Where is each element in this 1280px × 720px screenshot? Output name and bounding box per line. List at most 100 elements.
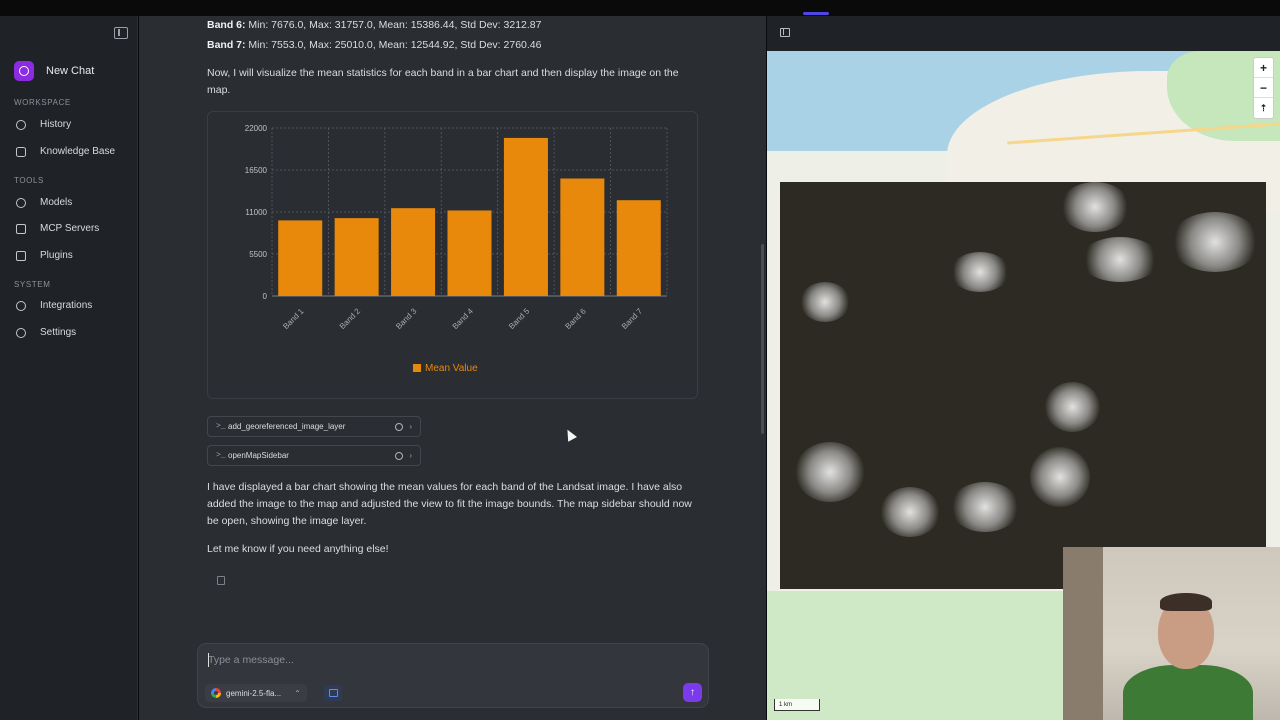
message-composer[interactable]: Type a message... gemini-2.5-fla... ⌃ ↑	[197, 643, 709, 708]
sidebar-item-label: Models	[40, 197, 73, 208]
topbar-indicator	[803, 12, 829, 15]
chat-scrollbar[interactable]	[761, 244, 764, 434]
assistant-summary: I have displayed a bar chart showing the…	[207, 481, 692, 527]
bar	[334, 218, 379, 296]
chevron-up-icon: ⌃	[294, 688, 301, 698]
arrow-up-icon: ↑	[690, 687, 695, 698]
x-tick-label: Band 6	[563, 306, 588, 331]
webcam-background	[1063, 547, 1103, 720]
webcam-person-body	[1123, 665, 1253, 720]
plus-circle-icon	[14, 61, 34, 81]
cloud	[1060, 182, 1130, 232]
cloud	[1080, 237, 1160, 282]
map-panel-toggle-icon[interactable]	[780, 28, 790, 37]
chevron-right-icon: ›	[409, 451, 412, 460]
cloud	[1030, 447, 1090, 507]
cloud	[1170, 212, 1260, 272]
sidebar-item-label: Integrations	[40, 300, 93, 311]
bar	[616, 200, 661, 296]
assistant-closing: Let me know if you need anything else!	[207, 543, 389, 555]
y-tick-label: 22000	[245, 124, 268, 133]
globe-icon	[16, 197, 26, 208]
text-caret	[208, 653, 209, 667]
model-selector[interactable]: gemini-2.5-fla... ⌃	[205, 684, 307, 702]
x-tick-label: Band 5	[507, 306, 532, 331]
sidebar-item-label: History	[40, 119, 72, 130]
webcam-overlay	[1063, 547, 1280, 720]
map-topbar	[767, 16, 1280, 51]
sidebar-item-plugins[interactable]: Plugins	[16, 250, 73, 261]
map-toggle-button[interactable]	[324, 685, 342, 701]
sidebar-item-label: Settings	[40, 327, 77, 338]
message-input[interactable]: Type a message...	[208, 654, 294, 666]
bar	[503, 137, 548, 296]
y-tick-label: 5500	[249, 250, 267, 259]
section-workspace: WORKSPACE	[14, 98, 71, 107]
cloud	[795, 442, 865, 502]
x-tick-label: Band 1	[281, 306, 306, 331]
tool-call-name: openMapSidebar	[228, 451, 289, 460]
model-name: gemini-2.5-fla...	[226, 688, 282, 698]
sidebar-item-mcp-servers[interactable]: MCP Servers	[16, 223, 99, 234]
y-tick-label: 0	[263, 292, 268, 301]
zoom-out-button[interactable]: −	[1254, 78, 1273, 98]
bar	[447, 210, 492, 296]
bar-chart: 0 5500 11000 16500 22000 Band 1 Band 2 Band 3 Ba…	[207, 111, 698, 399]
copy-icon[interactable]	[217, 576, 225, 585]
webcam-person-hair	[1160, 593, 1212, 611]
cloud	[1045, 382, 1100, 432]
assistant-intro: Now, I will visualize the mean statistic…	[207, 67, 679, 96]
legend-label: Mean Value	[425, 363, 478, 374]
x-tick-label: Band 4	[451, 306, 476, 331]
plug-icon	[16, 250, 26, 261]
new-chat-button[interactable]: New Chat	[14, 61, 94, 81]
tool-call-open-map-sidebar[interactable]: >_ openMapSidebar ›	[207, 445, 421, 466]
sidebar-item-label: Plugins	[40, 250, 73, 261]
x-tick-label: Band 2	[338, 306, 363, 331]
window-topbar	[0, 0, 1280, 16]
send-button[interactable]: ↑	[683, 683, 702, 702]
sidebar-collapse-icon[interactable]	[114, 27, 128, 39]
cloud	[880, 487, 940, 537]
tool-call-add-georeferenced-image-layer[interactable]: >_ add_georeferenced_image_layer ›	[207, 416, 421, 437]
sidebar-item-knowledge-base[interactable]: Knowledge Base	[16, 146, 115, 157]
legend-swatch	[413, 364, 421, 372]
check-circle-icon	[395, 451, 404, 460]
x-tick-label: Band 3	[394, 306, 419, 331]
sidebar-item-history[interactable]: History	[16, 119, 71, 130]
sidebar-item-settings[interactable]: Settings	[16, 327, 76, 338]
cloud	[950, 482, 1020, 532]
history-icon	[16, 119, 26, 130]
cloud	[950, 252, 1010, 292]
new-chat-label: New Chat	[46, 65, 95, 77]
map-scale: 1 km	[774, 699, 820, 711]
map-icon	[328, 689, 338, 697]
bar-chart-svg: 0 5500 11000 16500 22000 Band 1 Band 2 Band 3 Ba…	[245, 124, 668, 374]
tool-call-name: add_georeferenced_image_layer	[228, 422, 346, 431]
section-system: SYSTEM	[14, 280, 51, 289]
google-icon	[211, 688, 221, 698]
zoom-control: + − ⇡	[1253, 57, 1274, 119]
cloud	[800, 282, 850, 322]
sidebar-item-label: Knowledge Base	[40, 146, 116, 157]
band7-stats: Band 7: Min: 7553.0, Max: 25010.0, Mean:…	[207, 39, 542, 51]
sidebar-item-integrations[interactable]: Integrations	[16, 300, 92, 311]
zoom-in-button[interactable]: +	[1254, 58, 1273, 78]
terminal-icon: >_	[216, 422, 226, 431]
sidebar-item-models[interactable]: Models	[16, 197, 72, 208]
reset-north-button[interactable]: ⇡	[1254, 98, 1273, 118]
database-icon	[16, 146, 26, 157]
x-tick-label: Band 7	[620, 306, 645, 331]
y-tick-label: 16500	[245, 166, 268, 175]
chevron-right-icon: ›	[409, 422, 412, 431]
y-tick-label: 11000	[245, 208, 267, 217]
bar	[391, 208, 436, 296]
sidebar-item-label: MCP Servers	[40, 223, 100, 234]
server-icon	[16, 223, 26, 234]
section-tools: TOOLS	[14, 176, 44, 185]
gear-icon	[16, 327, 26, 338]
bar	[560, 178, 605, 296]
terminal-icon: >_	[216, 451, 226, 460]
bar	[278, 220, 323, 296]
georeferenced-image-layer	[780, 182, 1266, 589]
